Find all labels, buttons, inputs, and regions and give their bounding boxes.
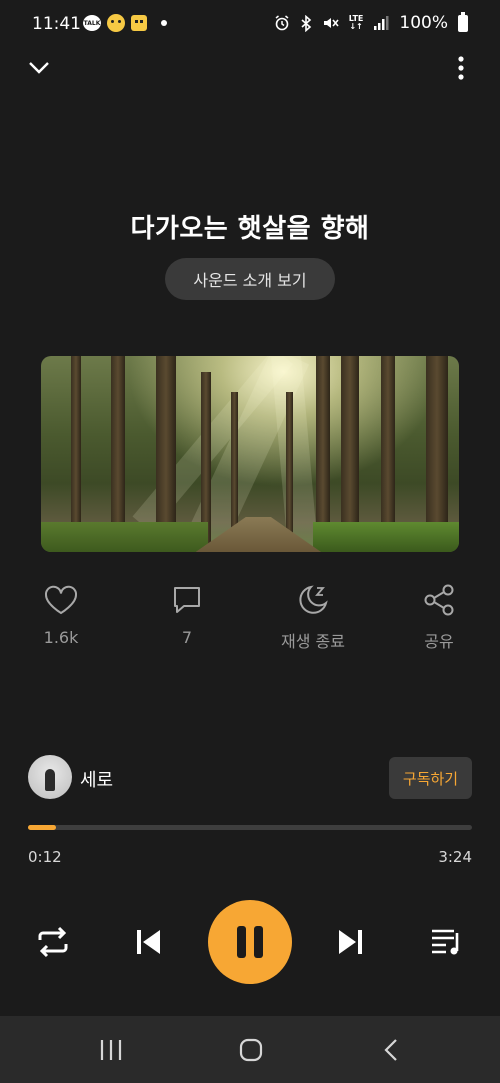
skip-previous-icon [137, 930, 160, 954]
progress-bar[interactable] [28, 825, 472, 830]
recent-apps-button[interactable] [92, 1034, 130, 1066]
playlist-icon [432, 929, 459, 955]
subscribe-button[interactable]: 구독하기 [389, 757, 472, 799]
signal-icon [374, 16, 389, 30]
repeat-button[interactable] [32, 922, 74, 962]
mute-icon [323, 18, 339, 28]
status-bar: 11:41 TALK LTE ↓↑ 100% [0, 0, 500, 48]
comment-button[interactable]: 7 [142, 582, 232, 647]
more-menu-button[interactable] [448, 52, 474, 84]
heart-icon [44, 585, 78, 615]
recent-apps-icon [100, 1040, 122, 1060]
more-vertical-icon [458, 56, 464, 80]
bluetooth-icon [301, 14, 311, 32]
sleep-timer-icon [299, 585, 328, 614]
share-icon [424, 584, 454, 616]
previous-button[interactable] [128, 922, 170, 962]
lte-indicator: LTE ↓↑ [348, 14, 364, 31]
sleep-timer-label: 재생 종료 [281, 632, 345, 651]
total-time: 3:24 [438, 848, 472, 866]
app-face-icon [131, 15, 147, 31]
battery-icon [458, 11, 468, 32]
system-navigation-bar [0, 1016, 500, 1083]
chevron-down-icon [29, 62, 49, 74]
artist-avatar[interactable] [28, 755, 72, 799]
comment-count: 7 [181, 628, 193, 647]
repeat-icon [38, 926, 68, 958]
playlist-button[interactable] [426, 922, 468, 962]
system-icons: LTE ↓↑ 100% [274, 11, 468, 33]
emoji-face-icon [107, 14, 125, 32]
like-count: 1.6k [43, 628, 79, 647]
share-button[interactable]: 공유 [394, 582, 484, 652]
notification-icons: TALK [83, 14, 167, 32]
status-time: 11:41 [32, 14, 81, 34]
collapse-button[interactable] [24, 54, 54, 82]
pause-icon [233, 926, 267, 958]
alarm-icon [275, 15, 289, 31]
like-button[interactable]: 1.6k [16, 582, 106, 647]
next-button[interactable] [329, 922, 371, 962]
forest-sunlight-image [41, 356, 459, 552]
back-icon [384, 1039, 397, 1061]
battery-percent: 100% [399, 13, 448, 33]
home-button[interactable] [231, 1034, 271, 1066]
skip-next-icon [339, 930, 362, 954]
home-icon [239, 1038, 263, 1062]
sleep-timer-button[interactable]: 재생 종료 [268, 582, 358, 652]
more-notifications-dot-icon [161, 20, 167, 26]
progress-fill [28, 825, 56, 830]
comment-icon [174, 587, 200, 613]
back-button[interactable] [372, 1034, 410, 1066]
kakaotalk-icon: TALK [83, 15, 101, 31]
artist-name[interactable]: 세로 [80, 766, 113, 792]
track-title: 다가오는 햇살을 향해 [130, 214, 370, 244]
pause-button[interactable] [208, 900, 292, 984]
sound-intro-button[interactable]: 사운드 소개 보기 [165, 258, 335, 300]
share-label: 공유 [424, 632, 454, 651]
current-time: 0:12 [28, 848, 62, 866]
